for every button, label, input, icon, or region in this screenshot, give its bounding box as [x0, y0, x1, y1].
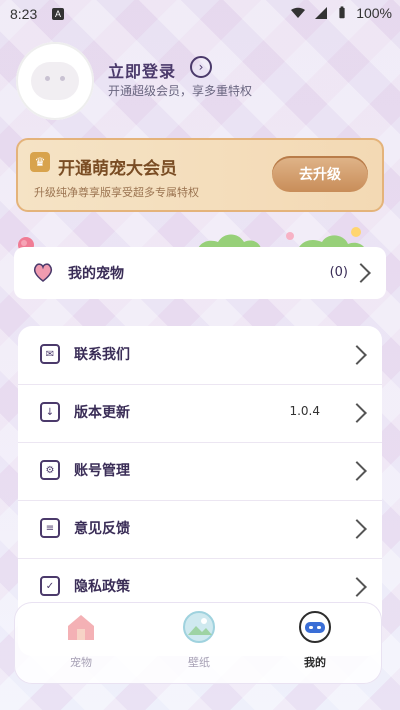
feedback-icon: ≡ [40, 518, 60, 538]
menu-item-label: 意见反馈 [74, 521, 130, 537]
battery-icon [339, 6, 345, 19]
status-bar: 8:23 A 100% [0, 0, 400, 28]
menu-item-update[interactable]: ↓ 版本更新 1.0.4 [18, 384, 382, 443]
menu-item-contact[interactable]: ✉ 联系我们 [18, 326, 382, 385]
menu-item-label: 联系我们 [74, 347, 130, 363]
my-pets-label: 我的宠物 [68, 266, 124, 282]
robot-face-icon [299, 611, 331, 643]
wifi-icon [291, 7, 306, 18]
chevron-right-icon [347, 345, 367, 365]
vip-title: 开通萌宠大会员 [58, 159, 177, 179]
menu-item-account[interactable]: ⚙ 账号管理 [18, 442, 382, 501]
vip-subtitle: 升级纯净尊享版享受超多专属特权 [34, 186, 199, 199]
login-title[interactable]: 立即登录 [108, 58, 176, 82]
crown-icon: ♛ [30, 152, 50, 172]
house-icon [68, 615, 94, 640]
menu-item-label: 版本更新 [74, 405, 130, 421]
nav-label: 壁纸 [188, 656, 210, 669]
profile-section: 立即登录 › 开通超级会员，享多重特权 [16, 42, 386, 126]
status-right: 100% [290, 5, 392, 21]
chevron-right-icon [347, 577, 367, 597]
shield-icon: ✓ [40, 576, 60, 596]
avatar-face-icon [31, 62, 79, 100]
chevron-right-icon[interactable]: › [190, 56, 212, 78]
my-pets-count: (0) [329, 265, 348, 280]
app-badge: A [52, 8, 64, 20]
menu-item-label: 账号管理 [74, 463, 130, 479]
chevron-right-icon [351, 263, 371, 283]
version-value: 1.0.4 [289, 404, 320, 418]
bottom-nav: 宠物 壁纸 我的 [14, 602, 382, 684]
upgrade-button[interactable]: 去升级 [272, 156, 368, 192]
signal-icon [315, 7, 328, 19]
nav-label: 我的 [304, 656, 326, 669]
login-subtitle: 开通超级会员，享多重特权 [108, 84, 253, 98]
my-pets-row[interactable]: 我的宠物 (0) [14, 247, 386, 299]
settings-gear-icon: ⚙ [40, 460, 60, 480]
image-icon [183, 611, 215, 643]
menu-item-feedback[interactable]: ≡ 意见反馈 [18, 500, 382, 559]
status-time: 8:23 [10, 6, 38, 22]
nav-pets[interactable]: 宠物 [36, 610, 126, 676]
pet-heart-icon [33, 263, 53, 282]
chevron-right-icon [347, 461, 367, 481]
nav-wallpaper[interactable]: 壁纸 [154, 610, 244, 676]
menu-item-label: 隐私政策 [74, 579, 130, 595]
vip-card[interactable]: ♛ 开通萌宠大会员 升级纯净尊享版享受超多专属特权 去升级 [16, 138, 384, 212]
mail-icon: ✉ [40, 344, 60, 364]
avatar[interactable] [16, 42, 94, 120]
download-icon: ↓ [40, 402, 60, 422]
chevron-right-icon [347, 519, 367, 539]
chevron-right-icon [347, 403, 367, 423]
nav-label: 宠物 [70, 656, 92, 669]
nav-mine[interactable]: 我的 [270, 610, 360, 676]
battery-percent: 100% [356, 5, 392, 21]
